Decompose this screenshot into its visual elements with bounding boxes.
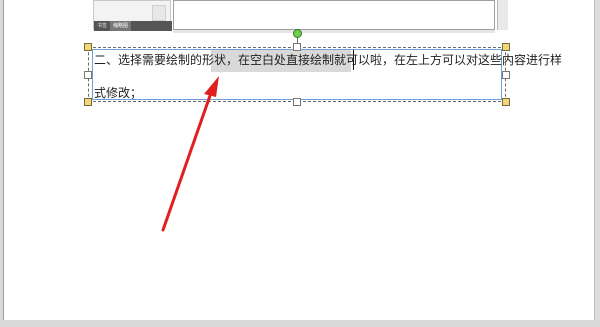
window-frame-right <box>595 0 600 327</box>
embedded-tab-bookmarks: 书签 <box>97 23 108 29</box>
resize-handle-right[interactable] <box>502 71 510 79</box>
resize-handle-bottom-right[interactable] <box>502 98 510 106</box>
embedded-canvas <box>173 0 495 30</box>
resize-handle-top-right[interactable] <box>502 43 510 51</box>
embedded-shadow <box>173 30 495 33</box>
resize-handle-left[interactable] <box>84 71 92 79</box>
resize-handle-bottom[interactable] <box>293 98 301 106</box>
document-icon <box>152 5 166 21</box>
embedded-side-panel: 书签 缩略图 <box>93 0 172 31</box>
window-frame-edge <box>3 0 4 320</box>
embedded-tab-thumbnails: 缩略图 <box>110 21 132 31</box>
text-box-line-2[interactable]: 式修改； <box>94 86 142 100</box>
rotate-handle[interactable] <box>293 29 302 38</box>
text-box-line-1[interactable]: 二、选择需要绘制的形状，在空白处直接绘制就可以啦，在左上方可以对这些内容进行样 <box>94 53 562 67</box>
embedded-tab-bar: 书签 缩略图 <box>94 21 172 31</box>
window-frame-bottom <box>0 320 600 327</box>
embedded-scrollbar <box>497 0 508 30</box>
resize-handle-top[interactable] <box>293 43 301 51</box>
resize-handle-bottom-left[interactable] <box>84 98 92 106</box>
resize-handle-top-left[interactable] <box>84 43 92 51</box>
annotation-arrow-shaft <box>161 88 214 232</box>
